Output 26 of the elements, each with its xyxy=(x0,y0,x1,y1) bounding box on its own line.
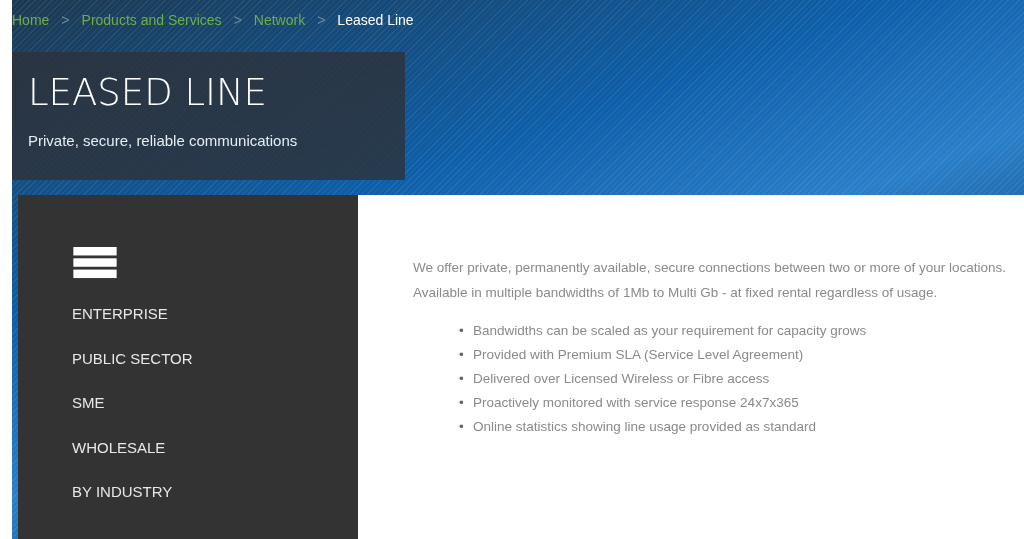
page-title: LEASED LINE xyxy=(28,70,268,116)
sidebar-item[interactable]: BY INDUSTRY xyxy=(72,481,173,503)
bullet-text: Provided with Premium SLA (Service Level Agreement) xyxy=(473,346,805,364)
path-separator: > xyxy=(317,12,326,30)
sidebar-item[interactable]: PUBLIC SECTOR xyxy=(72,347,193,370)
bullet-text: Bandwidths can be scaled as your requirement for capacity grows xyxy=(473,322,868,340)
current-page-label: Leased Line xyxy=(337,12,414,30)
sidebar-item[interactable]: SME xyxy=(72,392,105,414)
sidebar-item[interactable]: WHOLESALE xyxy=(72,436,166,459)
bullet-marker: • xyxy=(459,394,465,412)
path-separator: > xyxy=(61,12,70,30)
breadcrumb-link[interactable]: Home xyxy=(12,12,50,30)
bullet-marker: • xyxy=(459,322,465,340)
page-subtitle: Private, secure, reliable communications xyxy=(28,132,299,149)
bullet-text: Proactively monitored with service response 24x7x365 xyxy=(473,394,800,412)
menu-icon[interactable] xyxy=(72,247,118,279)
bullet-marker: • xyxy=(459,346,465,364)
intro-paragraph: We offer private, permanently available, secure connections between two or more of your locations. Available in multiple bandwidths of 1Mb to Multi Gb - at fixed rental regardless of usage. xyxy=(413,259,1008,302)
path-separator: > xyxy=(233,12,242,30)
bullet-text: Delivered over Licensed Wireless or Fibre access xyxy=(473,370,771,388)
sidebar-item[interactable]: ENTERPRISE xyxy=(72,303,168,325)
bullet-text: Online statistics showing line usage provided as standard xyxy=(473,418,817,436)
breadcrumb-link[interactable]: Products and Services xyxy=(81,12,222,30)
bullet-marker: • xyxy=(459,418,465,436)
bullet-marker: • xyxy=(459,370,465,388)
breadcrumb-link[interactable]: Network xyxy=(253,12,306,30)
